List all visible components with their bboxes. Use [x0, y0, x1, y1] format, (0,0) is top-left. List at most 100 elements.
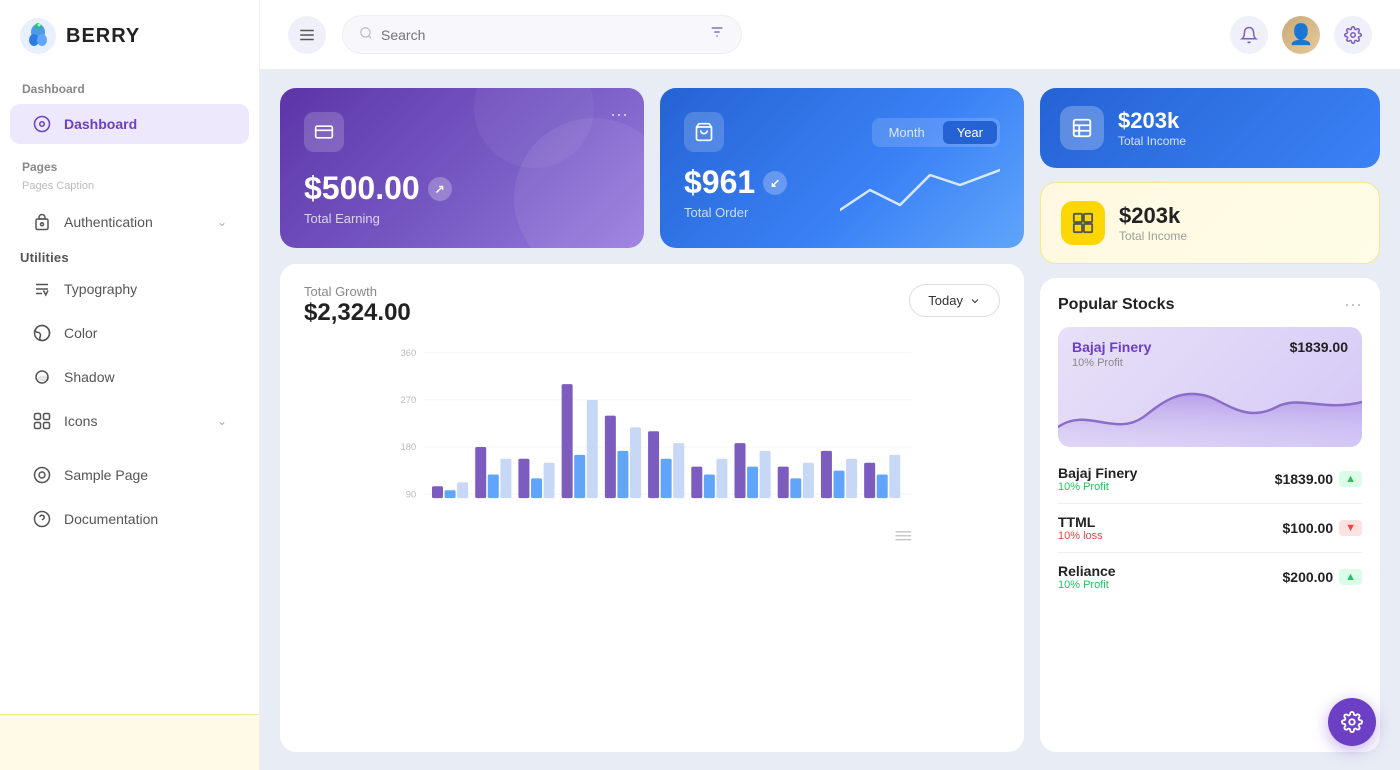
stocks-header: Popular Stocks ··· [1058, 294, 1362, 315]
income-blue-amount: $203k [1118, 108, 1186, 134]
menu-button[interactable] [288, 16, 326, 54]
float-settings-button[interactable] [1328, 698, 1376, 746]
arrow-down-icon: ↙ [763, 171, 787, 195]
filter-icon[interactable] [709, 24, 725, 45]
list-item: Reliance 10% Profit $200.00 ▲ [1058, 553, 1362, 601]
pages-caption: Pages Caption [0, 180, 259, 200]
sidebar-item-label: Shadow [64, 369, 115, 385]
trend-down-badge: ▼ [1339, 520, 1362, 536]
sidebar-item-sample-page[interactable]: Sample Page [10, 455, 249, 495]
bar-chart-wrap: 360 270 180 90 [304, 337, 1000, 732]
svg-text:180: 180 [401, 441, 417, 452]
today-label: Today [928, 293, 963, 308]
section-label-dashboard: Dashboard [0, 68, 259, 102]
stocks-title: Popular Stocks [1058, 296, 1174, 314]
trend-up-badge: ▲ [1339, 569, 1362, 585]
toggle-month-button[interactable]: Month [875, 121, 939, 144]
featured-stock-price: $1839.00 [1290, 339, 1348, 355]
left-panel: ··· $500.00 ↗ Total Earning Month [280, 88, 1024, 752]
page-icon [32, 465, 52, 485]
logo: BERRY [0, 0, 259, 68]
sidebar-item-icons[interactable]: Icons ⌄ [10, 401, 249, 441]
sidebar-item-color[interactable]: Color [10, 313, 249, 353]
order-label: Total Order [684, 205, 787, 220]
income-grid-icon [1061, 201, 1105, 245]
trend-up-badge: ▲ [1339, 471, 1362, 487]
card-menu-icon[interactable]: ··· [610, 104, 628, 125]
stock-price: $100.00 [1283, 520, 1334, 536]
stock-list: Bajaj Finery 10% Profit $1839.00 ▲ TTML … [1058, 455, 1362, 601]
sidebar-item-label: Typography [64, 281, 137, 297]
palette-icon [32, 323, 52, 343]
stock-profit: 10% Profit [1058, 579, 1116, 591]
stock-name: Bajaj Finery [1058, 465, 1137, 481]
earning-icon [304, 112, 344, 152]
toggle-year-button[interactable]: Year [943, 121, 997, 144]
help-icon [32, 509, 52, 529]
arrow-up-icon: ↗ [428, 177, 452, 201]
svg-text:360: 360 [401, 347, 417, 358]
sidebar-item-shadow[interactable]: Shadow [10, 357, 249, 397]
order-amount: $961 ↙ [684, 164, 787, 201]
sidebar-item-label: Dashboard [64, 116, 137, 132]
income-yellow-amount: $203k [1119, 203, 1187, 229]
income-blue-label: Total Income [1118, 134, 1186, 148]
growth-header: Total Growth $2,324.00 Today [304, 284, 1000, 327]
right-panel: $203k Total Income $203k Total Income Po… [1040, 88, 1380, 752]
featured-stock-name: Bajaj Finery [1072, 339, 1151, 355]
featured-stock-chart: Bajaj Finery $1839.00 10% Profit [1058, 327, 1362, 447]
sidebar-item-label: Color [64, 325, 97, 341]
growth-amount: $2,324.00 [304, 299, 411, 327]
toggle-group: Month Year [872, 118, 1000, 147]
svg-text:90: 90 [406, 488, 416, 499]
card-order-top: Month Year [684, 112, 1000, 152]
sidebar-item-documentation[interactable]: Documentation [10, 499, 249, 539]
search-input[interactable] [381, 27, 701, 43]
bar-chart-svg: 360 270 180 90 [304, 337, 1000, 557]
chevron-down-icon: ⌄ [217, 414, 227, 428]
card-earning: ··· $500.00 ↗ Total Earning [280, 88, 644, 248]
shadow-icon [32, 367, 52, 387]
income-yellow-label: Total Income [1119, 229, 1187, 243]
mini-chart [840, 160, 1000, 220]
today-filter-button[interactable]: Today [909, 284, 1000, 317]
list-item: TTML 10% loss $100.00 ▼ [1058, 504, 1362, 553]
section-label-pages: Pages [0, 146, 259, 180]
growth-label: Total Growth [304, 284, 411, 299]
sidebar-item-authentication[interactable]: Authentication ⌄ [10, 202, 249, 242]
income-card-blue: $203k Total Income [1040, 88, 1380, 168]
main-area: 👤 ··· $500.00 [260, 0, 1400, 770]
top-cards: ··· $500.00 ↗ Total Earning Month [280, 88, 1024, 248]
sidebar-bottom-banner [0, 714, 259, 770]
user-avatar[interactable]: 👤 [1282, 16, 1320, 54]
topbar-right: 👤 [1230, 16, 1372, 54]
stocks-card: Popular Stocks ··· Bajaj Finery $1839.00… [1040, 278, 1380, 752]
card-order: Month Year $961 ↙ Total Order [660, 88, 1024, 248]
income-table-icon [1060, 106, 1104, 150]
svg-text:270: 270 [401, 394, 417, 405]
search-icon [359, 26, 373, 43]
stock-price: $200.00 [1283, 569, 1334, 585]
sidebar-item-label: Authentication [64, 214, 153, 230]
lock-icon [32, 212, 52, 232]
logo-icon [20, 18, 56, 54]
list-item: Bajaj Finery 10% Profit $1839.00 ▲ [1058, 455, 1362, 504]
utilities-label: Utilities [0, 244, 259, 267]
dashboard-icon [32, 114, 52, 134]
sidebar-item-label: Documentation [64, 511, 158, 527]
stock-profit: 10% Profit [1058, 481, 1137, 493]
featured-chart-svg [1058, 367, 1362, 447]
content-area: ··· $500.00 ↗ Total Earning Month [260, 70, 1400, 770]
sidebar-item-dashboard[interactable]: Dashboard [10, 104, 249, 144]
text-icon [32, 279, 52, 299]
settings-button[interactable] [1334, 16, 1372, 54]
notification-button[interactable] [1230, 16, 1268, 54]
topbar: 👤 [260, 0, 1400, 70]
sidebar: BERRY Dashboard Dashboard Pages Pages Ca… [0, 0, 260, 770]
stock-loss: 10% loss [1058, 530, 1103, 542]
stocks-menu-icon[interactable]: ··· [1344, 294, 1362, 315]
stock-price: $1839.00 [1275, 471, 1333, 487]
stock-name: Reliance [1058, 563, 1116, 579]
sidebar-item-label: Sample Page [64, 467, 148, 483]
sidebar-item-typography[interactable]: Typography [10, 269, 249, 309]
